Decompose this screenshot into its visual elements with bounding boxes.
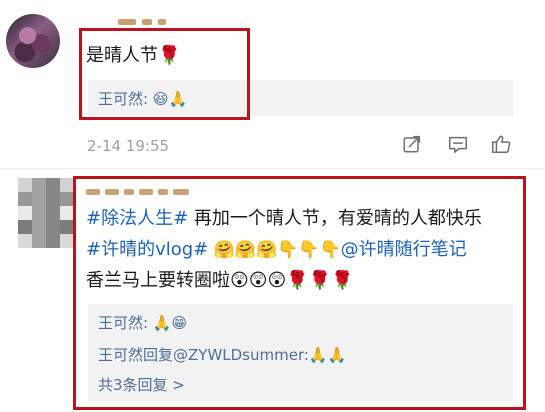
timestamp: 2-14 19:55 (87, 137, 170, 155)
like-icon[interactable] (490, 133, 512, 155)
avatar[interactable] (6, 14, 60, 68)
highlight-box (73, 176, 526, 410)
share-icon[interactable] (401, 133, 423, 155)
avatar[interactable] (18, 178, 74, 248)
cut-off-username-1 (118, 10, 198, 25)
divider (0, 168, 545, 169)
highlight-box (79, 28, 250, 120)
comment-icon[interactable] (447, 133, 469, 155)
